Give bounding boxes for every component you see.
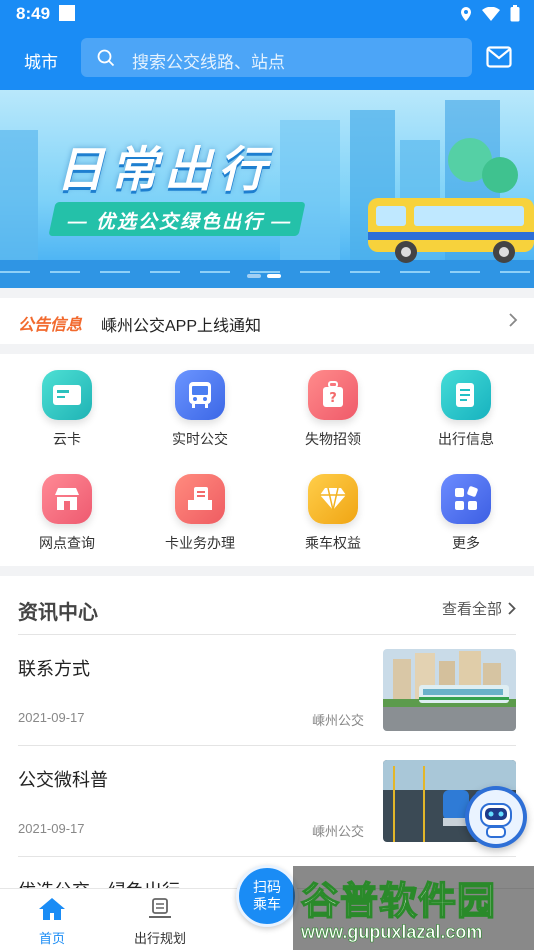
service-ride-benefits[interactable]: 乘车权益	[266, 458, 400, 558]
luggage-icon: ?	[308, 370, 358, 420]
service-label: 实时公交	[172, 431, 228, 447]
apps-icon	[441, 474, 491, 524]
diamond-icon	[308, 474, 358, 524]
status-bar: 8:49	[0, 0, 534, 28]
news-source: 嵊州公交	[312, 824, 365, 839]
view-all-link[interactable]: 查看全部	[442, 598, 516, 619]
search-input[interactable]: 搜索公交线路、站点	[81, 38, 472, 77]
view-all-label: 查看全部	[441, 601, 502, 618]
notification-icon	[59, 5, 75, 21]
carousel-dot[interactable]	[247, 274, 261, 278]
search-icon	[97, 49, 115, 67]
news-date: 2021-09-17	[18, 821, 85, 836]
store-icon	[42, 474, 92, 524]
service-outlet-query[interactable]: 网点查询	[0, 458, 134, 558]
watermark-name: 谷普软件园	[300, 880, 497, 924]
carousel-indicator	[247, 274, 281, 278]
news-title: 联系方式	[18, 659, 90, 679]
service-more[interactable]: 更多	[399, 458, 533, 558]
card-service-icon	[175, 474, 225, 524]
home-icon	[39, 898, 65, 920]
service-label: 更多	[452, 535, 480, 551]
status-icons	[460, 5, 520, 22]
carousel-dot-active[interactable]	[267, 274, 281, 278]
banner-subtitle: — 优选公交绿色出行 —	[67, 212, 293, 233]
mail-icon[interactable]	[486, 46, 512, 68]
watermark: 谷普软件园 www.gupuxlazal.com	[293, 866, 534, 950]
news-center: 资讯中心 查看全部 联系方式 2021-09-17 嵊州公交 公交微科普 202…	[0, 576, 534, 896]
status-time: 8:49	[16, 4, 51, 23]
robot-icon	[469, 790, 523, 844]
scan-ride-button[interactable]: 扫码乘车	[236, 865, 298, 927]
assistant-robot-button[interactable]	[465, 786, 527, 848]
service-label: 网点查询	[39, 535, 95, 551]
news-title: 公交微科普	[18, 770, 108, 790]
scan-ride-label: 扫码乘车	[253, 879, 281, 912]
banner-title: 日常出行	[56, 144, 273, 197]
card-icon	[42, 370, 92, 420]
chevron-right-icon	[508, 602, 516, 615]
search-placeholder: 搜索公交线路、站点	[132, 53, 285, 72]
location-icon	[461, 6, 471, 21]
news-item[interactable]: 公交微科普 2021-09-17 嵊州公交	[0, 746, 534, 856]
news-date: 2021-09-17	[18, 710, 85, 725]
promo-banner[interactable]: 日常出行 — 优选公交绿色出行 —	[0, 90, 534, 288]
service-cloud-card[interactable]: 云卡	[0, 354, 134, 454]
service-label: 乘车权益	[305, 535, 361, 551]
watermark-url: www.gupuxlazal.com	[301, 922, 483, 943]
announcement-text[interactable]: 嵊州公交APP上线通知	[101, 312, 261, 336]
news-thumbnail	[383, 649, 516, 731]
top-bar: 城市 搜索公交线路、站点	[0, 28, 534, 90]
service-lost-found[interactable]: ? 失物招领	[266, 354, 400, 454]
city-selector[interactable]: 城市	[24, 48, 58, 73]
service-label: 出行信息	[438, 431, 494, 447]
announcement-bar[interactable]: 公告信息 嵊州公交APP上线通知	[0, 298, 534, 344]
bus-icon	[175, 370, 225, 420]
service-label: 失物招领	[305, 431, 361, 447]
tab-home[interactable]: 首页	[7, 897, 97, 947]
news-source: 嵊州公交	[312, 713, 365, 728]
news-heading: 资讯中心	[18, 602, 98, 624]
route-plan-icon	[149, 898, 171, 918]
service-realtime-bus[interactable]: 实时公交	[133, 354, 267, 454]
service-travel-info[interactable]: 出行信息	[399, 354, 533, 454]
chevron-right-icon	[509, 313, 518, 327]
service-grid: 云卡 实时公交 ? 失物招领 出行信息 网点查询 卡业务办理 乘车权益 更多	[0, 354, 534, 566]
tab-trip-label: 出行规划	[133, 931, 186, 946]
tab-home-label: 首页	[38, 931, 65, 946]
tab-trip-plan[interactable]: 出行规划	[115, 897, 205, 947]
service-card-business[interactable]: 卡业务办理	[133, 458, 267, 558]
news-item[interactable]: 联系方式 2021-09-17 嵊州公交	[0, 635, 534, 745]
battery-icon	[510, 5, 520, 22]
document-icon	[441, 370, 491, 420]
wifi-icon	[482, 6, 500, 21]
service-label: 卡业务办理	[165, 535, 235, 551]
service-label: 云卡	[53, 431, 81, 447]
svg-text:?: ?	[329, 391, 337, 406]
announcement-tag: 公告信息	[18, 317, 83, 334]
bus-illustration	[368, 198, 534, 263]
